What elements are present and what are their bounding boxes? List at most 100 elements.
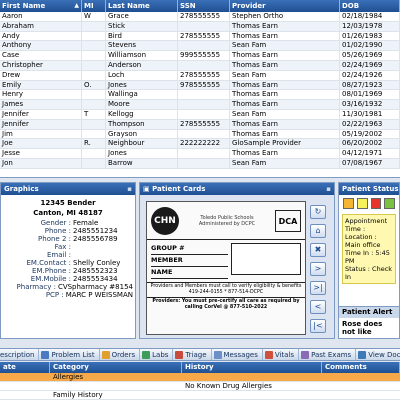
- patient-row[interactable]: Andy Bird 278555555 Thomas Earn 01/26/1983: [0, 31, 400, 42]
- tab-label: View Documents: [368, 350, 400, 359]
- insurance-card-image: CHN Toledo Public Schools Administered b…: [146, 201, 306, 335]
- tab-escription[interactable]: escription: [0, 349, 40, 360]
- tab-triage[interactable]: Triage: [173, 349, 212, 360]
- previous-icon-button[interactable]: <: [310, 300, 326, 314]
- cell-dob: 05/26/1969: [340, 51, 400, 60]
- cell-ssn: [178, 129, 230, 139]
- cell-dob: 02/24/1926: [340, 70, 400, 80]
- status-color-square[interactable]: [370, 198, 382, 209]
- cell-provider: Thomas Earn: [230, 21, 340, 31]
- next-icon-button[interactable]: >: [310, 262, 326, 276]
- tab-problem-list[interactable]: Problem List: [39, 349, 100, 360]
- column-header-dob[interactable]: DOB: [340, 0, 400, 12]
- card-admin-text: Administered by DCPC: [198, 220, 256, 227]
- patient-row[interactable]: Jennifer T Kellogg Sean Fam 11/30/1981: [0, 109, 400, 120]
- cell-provider: Thomas Earn: [230, 90, 340, 100]
- patient-row[interactable]: Henry Wallinga Thomas Earn 08/01/1969: [0, 90, 400, 101]
- patient-row[interactable]: Anthony Stevens Sean Fam 01/02/1990: [0, 41, 400, 52]
- column-header-ssn[interactable]: SSN: [178, 0, 230, 12]
- column-header-provider[interactable]: Provider: [230, 0, 340, 12]
- cell-ssn: 278555555: [178, 119, 230, 129]
- cell-last-name: Jones: [106, 149, 178, 158]
- patient-row[interactable]: Emily O. Jones 978555555 Thomas Earn 08/27/19…: [0, 80, 400, 91]
- column-header-last-name[interactable]: Last Name: [106, 0, 178, 12]
- tab-label: Triage: [185, 350, 207, 359]
- cell-first-name: Drew: [0, 70, 82, 80]
- field-value: CVSpharmacy #8154: [57, 283, 133, 291]
- column-header-category[interactable]: Category: [50, 362, 182, 373]
- cell-last-name: Stevens: [106, 41, 178, 51]
- demographic-field: EM.Phone :2485552323: [3, 267, 133, 275]
- panel-title-text: Graphics: [4, 185, 39, 193]
- patient-row[interactable]: Jesse Jones Thomas Earn 04/12/1971: [0, 149, 400, 159]
- cell-first-name: Jennifer: [0, 109, 82, 119]
- column-header-comments[interactable]: Comments: [322, 362, 400, 373]
- tab-orders[interactable]: Orders: [100, 349, 141, 360]
- pin-icon[interactable]: ▪: [127, 183, 132, 195]
- tab-messages[interactable]: Messages: [212, 349, 263, 360]
- cell-dob: 11/30/1981: [340, 109, 400, 119]
- demographic-field: Phone :2485551234: [3, 227, 133, 235]
- chn-logo: CHN: [151, 206, 179, 235]
- tab-icon: [41, 350, 50, 359]
- cell-mi: T: [82, 109, 106, 119]
- demographics-panel: Graphics ▪ 12345 Bender Canton, MI 48187…: [0, 182, 136, 339]
- first-icon-button[interactable]: |<: [310, 319, 326, 333]
- status-color-square[interactable]: [343, 198, 354, 209]
- cell-mi: [82, 158, 106, 168]
- column-header-mi[interactable]: MI: [82, 0, 106, 12]
- cell-provider: Thomas Earn: [230, 51, 340, 60]
- tab-labs[interactable]: Labs: [140, 349, 174, 360]
- patient-row[interactable]: Christopher Anderson Thomas Earn 02/24/1969: [0, 60, 400, 71]
- cell-last-name: Grayson: [106, 129, 178, 139]
- panel-title-text: Patient Cards: [152, 185, 206, 193]
- field-label: Fax :: [54, 243, 71, 251]
- cell-mi: [82, 51, 106, 60]
- last-icon-button[interactable]: >|: [310, 281, 326, 295]
- field-label: EM.Contact :: [26, 259, 71, 267]
- patient-row[interactable]: Jon Barrow Sean Fam 07/08/1967: [0, 158, 400, 169]
- column-header-history[interactable]: History: [182, 362, 322, 373]
- cell-first-name: Joe: [0, 139, 82, 149]
- cell-ssn: [178, 90, 230, 100]
- patient-status-panel: Patient Status Appointment Time : Locati…: [338, 182, 400, 339]
- patient-row[interactable]: Jim Grayson Thomas Earn 05/19/2002: [0, 129, 400, 140]
- status-color-square[interactable]: [384, 198, 395, 209]
- history-row[interactable]: Family History: [0, 391, 400, 400]
- patient-row[interactable]: Case Williamson 999555555 Thomas Earn 05/26/…: [0, 51, 400, 61]
- column-header-date[interactable]: ate: [0, 362, 50, 373]
- column-header-first-name[interactable]: First Name ▲: [0, 0, 82, 12]
- patient-row[interactable]: James Moore Thomas Earn 03/16/1932: [0, 100, 400, 110]
- cell-provider: Thomas Earn: [230, 129, 340, 139]
- history-row[interactable]: No Known Drug Allergies: [0, 382, 400, 391]
- patient-row[interactable]: Jennifer Thompson 278555555 Thomas Earn 02/2…: [0, 119, 400, 130]
- pin-icon[interactable]: ▪: [326, 183, 331, 195]
- tab-view-documents[interactable]: View Documents: [356, 349, 400, 360]
- history-group-row[interactable]: Allergies: [0, 373, 400, 382]
- patient-row[interactable]: Abraham Stick Thomas Earn 12/03/1978: [0, 21, 400, 32]
- cell-last-name: Moore: [106, 100, 178, 109]
- tab-past-exams[interactable]: Past Exams: [299, 349, 357, 360]
- cell-dob: 05/19/2002: [340, 129, 400, 139]
- cell-mi: [82, 60, 106, 70]
- sort-ascending-icon[interactable]: ▲: [74, 0, 79, 12]
- status-color-square[interactable]: [356, 198, 368, 209]
- field-value: 2485551234: [73, 227, 118, 235]
- refresh-icon-button[interactable]: ↻: [310, 205, 326, 219]
- patient-cards-panel: ▣ Patient Cards ▪ CHN Toledo Public Scho…: [139, 182, 335, 339]
- tab-icon: [142, 350, 151, 359]
- delete-icon-button[interactable]: ✖: [310, 243, 326, 257]
- cell-last-name: Anderson: [106, 60, 178, 70]
- patient-row[interactable]: Aaron W Grace 278555555 Stephen Ortho 02/18/1…: [0, 12, 400, 22]
- patient-alert-text: Rose does not like: [342, 320, 383, 336]
- card-footer-text-2: Providers: You must pre-certify all care…: [147, 297, 305, 312]
- cell-ssn: [178, 109, 230, 119]
- cell-provider: Sean Fam: [230, 158, 340, 168]
- tab-vitals[interactable]: Vitals: [263, 349, 300, 360]
- cell-provider: Sean Fam: [230, 70, 340, 80]
- cell-provider: Thomas Earn: [230, 119, 340, 129]
- patient-row[interactable]: Joe R. Neighbour 222222222 GloSample Provide…: [0, 139, 400, 150]
- home-icon-button[interactable]: ⌂: [310, 224, 326, 238]
- patient-row[interactable]: Drew Loch 278555555 Sean Fam 02/24/1926: [0, 70, 400, 81]
- cell-mi: [82, 119, 106, 129]
